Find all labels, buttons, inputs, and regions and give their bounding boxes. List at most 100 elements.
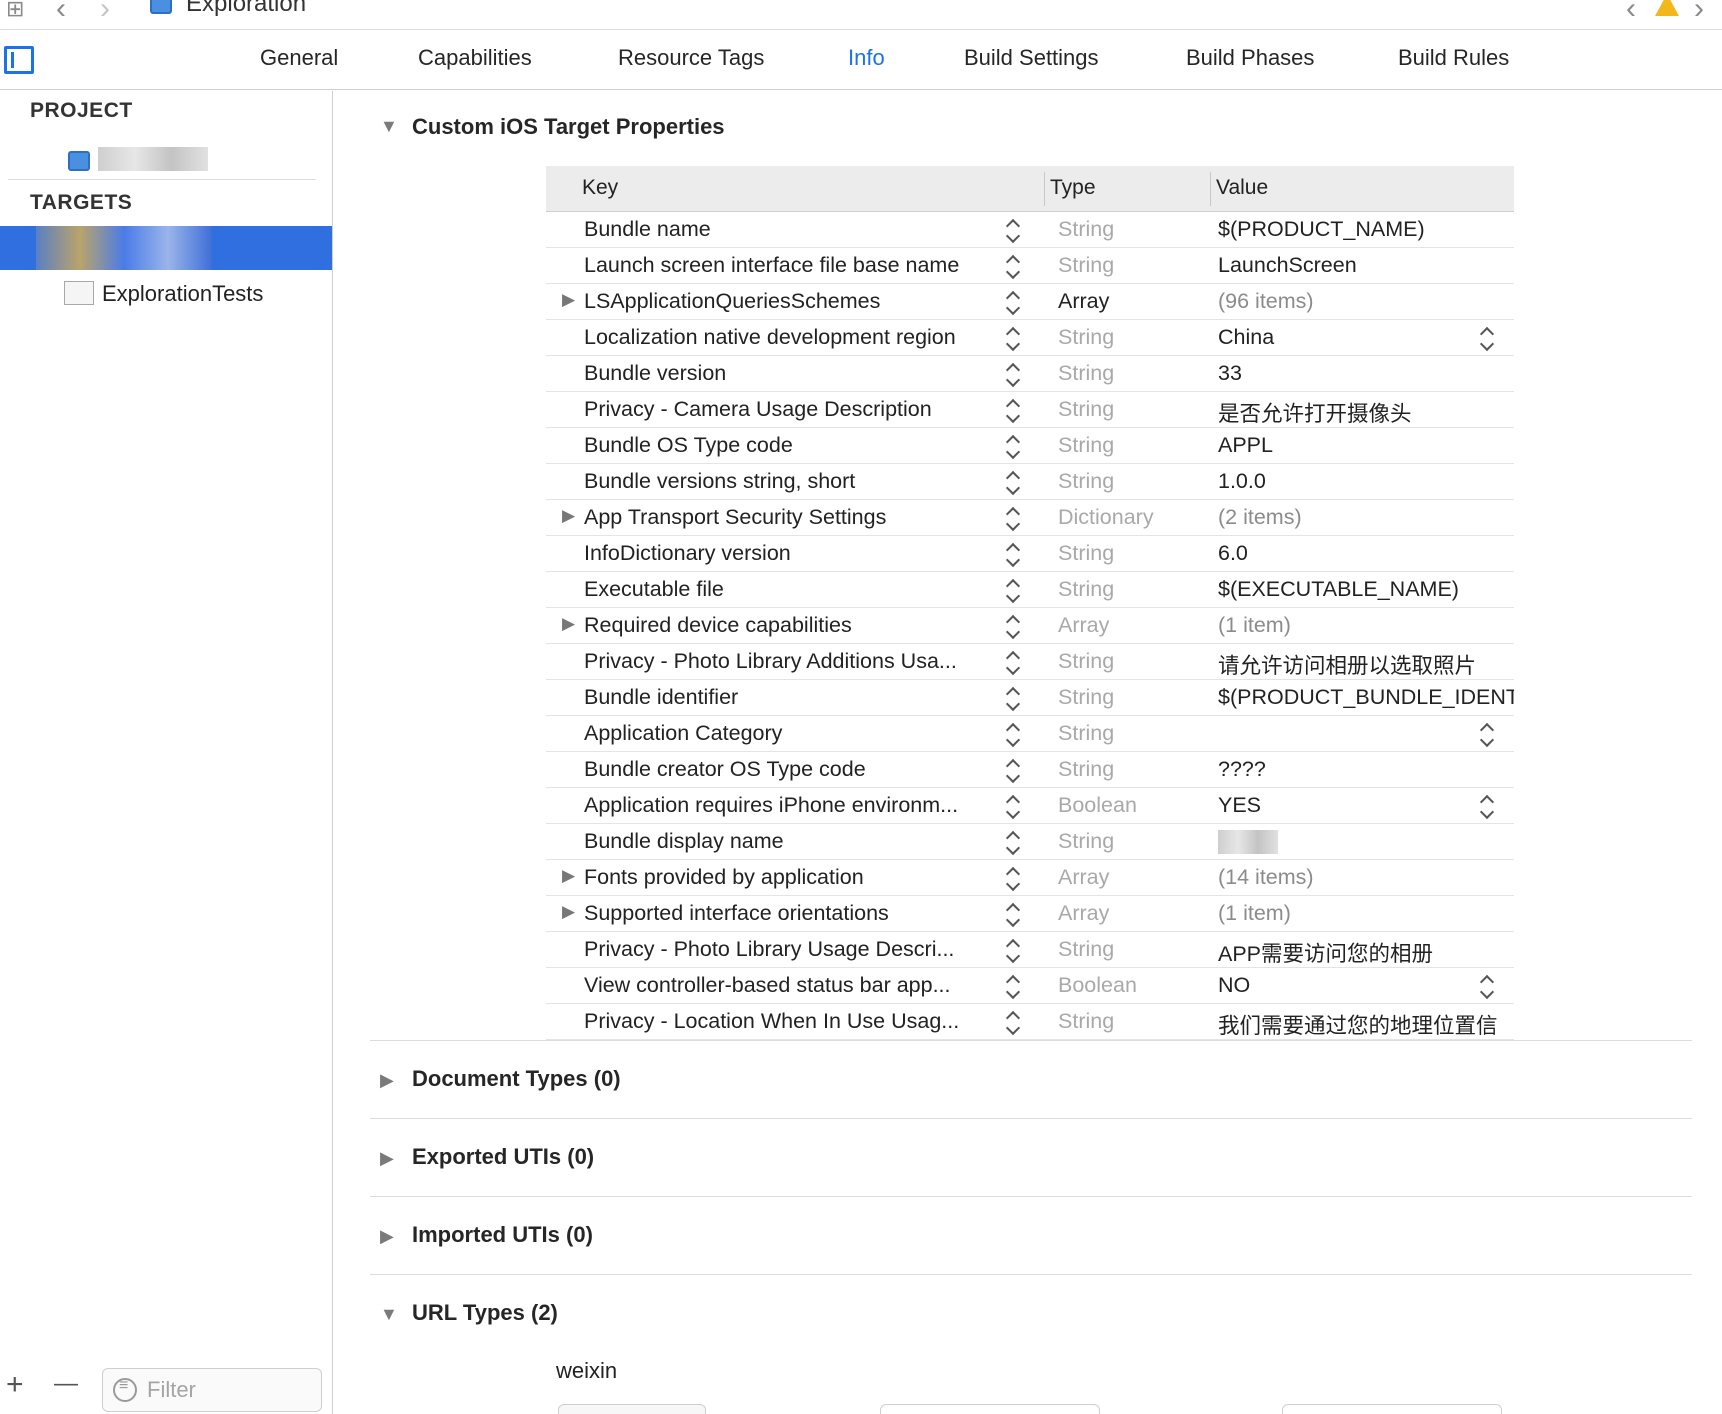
plist-type[interactable]: String <box>1058 469 1114 494</box>
disclosure-closed-icon[interactable]: ▶ <box>380 1148 394 1169</box>
key-stepper-icon[interactable] <box>1006 612 1020 640</box>
plist-key[interactable]: Bundle identifier <box>584 685 1004 710</box>
plist-type[interactable]: Boolean <box>1058 793 1137 818</box>
plist-key[interactable]: Privacy - Camera Usage Description <box>584 397 1004 422</box>
url-type-identifier-field[interactable] <box>880 1404 1100 1414</box>
tab-info[interactable]: Info <box>848 45 885 71</box>
plist-row[interactable]: Bundle name String $(PRODUCT_NAME) <box>546 212 1514 248</box>
plist-key[interactable]: Supported interface orientations <box>584 901 1004 926</box>
disclosure-closed-icon[interactable]: ▶ <box>380 1070 394 1091</box>
section-custom-properties[interactable]: Custom iOS Target Properties <box>412 114 725 140</box>
key-stepper-icon[interactable] <box>1006 324 1020 352</box>
key-stepper-icon[interactable] <box>1006 648 1020 676</box>
value-popup-icon[interactable] <box>1480 972 1494 1000</box>
plist-type[interactable]: String <box>1058 757 1114 782</box>
key-stepper-icon[interactable] <box>1006 792 1020 820</box>
disclosure-open-icon[interactable]: ▼ <box>380 1304 398 1325</box>
plist-row[interactable]: ▶ Required device capabilities Array (1 ite… <box>546 608 1514 644</box>
url-type-image-well[interactable] <box>558 1404 706 1414</box>
plist-value[interactable]: (96 items) <box>1218 289 1514 314</box>
plist-value[interactable]: 请允许访问相册以选取照片 <box>1218 649 1514 680</box>
window-title[interactable]: Exploration <box>186 0 306 18</box>
plist-value[interactable]: $(PRODUCT_BUNDLE_IDENT <box>1218 685 1514 710</box>
grid-icon[interactable]: ⊞ <box>6 0 24 22</box>
key-stepper-icon[interactable] <box>1006 432 1020 460</box>
chevron-right-icon[interactable]: › <box>100 0 110 26</box>
key-stepper-icon[interactable] <box>1006 756 1020 784</box>
plist-row[interactable]: Privacy - Camera Usage Description String… <box>546 392 1514 428</box>
plist-value[interactable]: 6.0 <box>1218 541 1514 566</box>
plist-row[interactable]: Privacy - Location When In Use Usag... St… <box>546 1004 1514 1040</box>
plist-key[interactable]: Bundle versions string, short <box>584 469 1004 494</box>
warning-icon[interactable] <box>1655 0 1679 16</box>
plist-value[interactable]: APPL <box>1218 433 1514 458</box>
disclosure-closed-icon[interactable]: ▶ <box>562 902 575 922</box>
plist-row[interactable]: Application Category String <box>546 716 1514 752</box>
plist-key[interactable]: Bundle display name <box>584 829 1004 854</box>
plist-key[interactable]: Launch screen interface file base name <box>584 253 1004 278</box>
plist-row[interactable]: View controller-based status bar app... B… <box>546 968 1514 1004</box>
plist-type[interactable]: String <box>1058 253 1114 278</box>
plist-key[interactable]: Privacy - Photo Library Additions Usa... <box>584 649 1004 674</box>
plist-key[interactable]: Required device capabilities <box>584 613 1004 638</box>
column-type[interactable]: Type <box>1050 176 1096 200</box>
plist-row[interactable]: Bundle OS Type code String APPL <box>546 428 1514 464</box>
sidebar-toggle-icon[interactable] <box>4 46 34 74</box>
value-popup-icon[interactable] <box>1480 720 1494 748</box>
plist-value[interactable]: $(EXECUTABLE_NAME) <box>1218 577 1514 602</box>
plist-key[interactable]: Fonts provided by application <box>584 865 1004 890</box>
plist-value[interactable]: 是否允许打开摄像头 <box>1218 397 1514 428</box>
section-imported-utis[interactable]: Imported UTIs (0) <box>412 1222 593 1248</box>
key-stepper-icon[interactable] <box>1006 684 1020 712</box>
tab-resource-tags[interactable]: Resource Tags <box>618 45 764 71</box>
plist-row[interactable]: ▶ Supported interface orientations Array (1… <box>546 896 1514 932</box>
key-stepper-icon[interactable] <box>1006 864 1020 892</box>
plist-key[interactable]: Application Category <box>584 721 1004 746</box>
value-popup-icon[interactable] <box>1480 324 1494 352</box>
plist-value[interactable]: 我们需要通过您的地理位置信 <box>1218 1009 1514 1040</box>
key-stepper-icon[interactable] <box>1006 252 1020 280</box>
plist-type[interactable]: Array <box>1058 613 1109 638</box>
plist-key[interactable]: InfoDictionary version <box>584 541 1004 566</box>
plist-value[interactable]: 1.0.0 <box>1218 469 1514 494</box>
plist-type[interactable]: String <box>1058 721 1114 746</box>
plist-value[interactable]: LaunchScreen <box>1218 253 1514 278</box>
chevron-left-icon[interactable]: ‹ <box>56 0 66 26</box>
plist-row[interactable]: Bundle creator OS Type code String???? <box>546 752 1514 788</box>
plist-row[interactable]: ▶ App Transport Security Settings Dictiona… <box>546 500 1514 536</box>
plist-type[interactable]: String <box>1058 1009 1114 1034</box>
remove-target-button[interactable]: — <box>54 1370 78 1398</box>
plist-value[interactable]: $(PRODUCT_NAME) <box>1218 217 1514 242</box>
plist-type[interactable]: String <box>1058 937 1114 962</box>
tab-build-phases[interactable]: Build Phases <box>1186 45 1314 71</box>
plist-key[interactable]: Localization native development region <box>584 325 1004 350</box>
tab-capabilities[interactable]: Capabilities <box>418 45 532 71</box>
plist-type[interactable]: String <box>1058 433 1114 458</box>
plist-row[interactable]: Localization native development region St… <box>546 320 1514 356</box>
key-stepper-icon[interactable] <box>1006 288 1020 316</box>
key-stepper-icon[interactable] <box>1006 972 1020 1000</box>
plist-key[interactable]: Bundle OS Type code <box>584 433 1004 458</box>
key-stepper-icon[interactable] <box>1006 504 1020 532</box>
plist-key[interactable]: App Transport Security Settings <box>584 505 1004 530</box>
plist-key[interactable]: Executable file <box>584 577 1004 602</box>
plist-row[interactable]: ▶ Fonts provided by application Array (14 i… <box>546 860 1514 896</box>
tab-build-rules[interactable]: Build Rules <box>1398 45 1509 71</box>
column-value[interactable]: Value <box>1216 176 1268 200</box>
plist-value[interactable]: (14 items) <box>1218 865 1514 890</box>
plist-row[interactable]: Privacy - Photo Library Usage Descri... S… <box>546 932 1514 968</box>
plist-row[interactable]: InfoDictionary version String 6.0 <box>546 536 1514 572</box>
disclosure-open-icon[interactable]: ▼ <box>380 116 398 137</box>
plist-row[interactable]: Bundle identifier String $(PRODUCT_BUNDLE_… <box>546 680 1514 716</box>
key-stepper-icon[interactable] <box>1006 216 1020 244</box>
plist-type[interactable]: String <box>1058 397 1114 422</box>
key-stepper-icon[interactable] <box>1006 900 1020 928</box>
section-exported-utis[interactable]: Exported UTIs (0) <box>412 1144 594 1170</box>
section-url-types[interactable]: URL Types (2) <box>412 1300 558 1326</box>
plist-type[interactable]: Array <box>1058 865 1109 890</box>
key-stepper-icon[interactable] <box>1006 576 1020 604</box>
key-stepper-icon[interactable] <box>1006 720 1020 748</box>
value-popup-icon[interactable] <box>1480 792 1494 820</box>
plist-value[interactable]: China <box>1218 325 1514 350</box>
plist-row[interactable]: Bundle versions string, short String 1.0.0 <box>546 464 1514 500</box>
